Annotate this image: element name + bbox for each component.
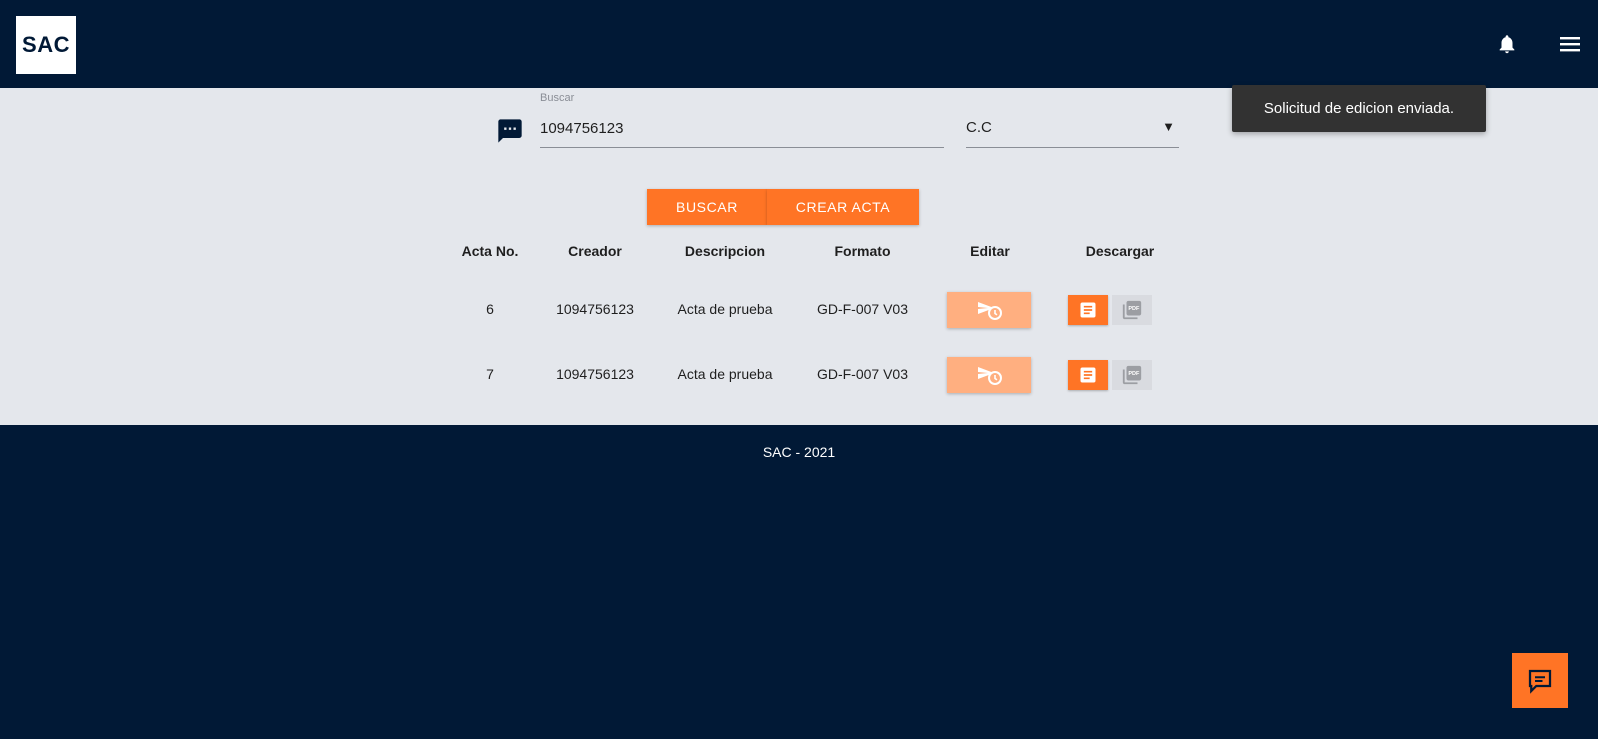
row-2-formato: GD-F-007 V03 <box>816 366 909 382</box>
feedback-fab-button[interactable] <box>1512 653 1568 708</box>
header-descripcion: Descripcion <box>684 243 766 259</box>
row-1-acta: 6 <box>486 301 494 317</box>
row-2-creador: 1094756123 <box>556 366 634 382</box>
row-1-download-doc-button[interactable] <box>1068 295 1108 325</box>
row-1-descripcion: Acta de prueba <box>677 301 773 317</box>
row-2-download-doc-button[interactable] <box>1068 360 1108 390</box>
doc-type-value: C.C <box>966 119 992 136</box>
header-editar: Editar <box>970 243 1010 259</box>
svg-text:PDF: PDF <box>1128 371 1140 377</box>
bell-icon[interactable] <box>1496 33 1518 55</box>
search-input[interactable] <box>540 110 944 148</box>
header-creador: Creador <box>568 243 622 259</box>
row-2-descripcion: Acta de prueba <box>677 366 773 382</box>
row-1-edit-request-button[interactable] <box>947 292 1031 328</box>
row-1-formato: GD-F-007 V03 <box>816 301 909 317</box>
chat-icon <box>1528 669 1552 694</box>
row-1-creador: 1094756123 <box>556 301 634 317</box>
pdf-icon: PDF <box>1122 365 1142 385</box>
main-content: Buscar C.C ▼ BUSCAR CREAR ACTA Acta No. … <box>0 88 1598 425</box>
document-icon <box>1080 302 1096 318</box>
document-icon <box>1080 367 1096 383</box>
svg-text:PDF: PDF <box>1128 306 1140 312</box>
header-formato: Formato <box>834 243 891 259</box>
header-descargar: Descargar <box>1085 243 1155 259</box>
message-icon <box>496 117 524 145</box>
dropdown-arrow-icon: ▼ <box>1162 119 1175 134</box>
search-label: Buscar <box>540 92 575 104</box>
snackbar-toast: Solicitud de edicion enviada. <box>1232 85 1486 132</box>
pdf-icon: PDF <box>1122 300 1142 320</box>
row-2-edit-request-button[interactable] <box>947 357 1031 393</box>
send-clock-icon <box>978 367 1002 385</box>
buscar-button[interactable]: BUSCAR <box>647 189 767 225</box>
top-app-bar: SAC <box>0 0 1598 88</box>
row-2-download-pdf-button[interactable]: PDF <box>1112 360 1152 390</box>
app-logo[interactable]: SAC <box>16 16 76 74</box>
header-acta-no: Acta No. <box>461 243 519 259</box>
row-1-download-pdf-button[interactable]: PDF <box>1112 295 1152 325</box>
menu-icon[interactable] <box>1559 34 1581 54</box>
footer-text: SAC - 2021 <box>762 444 836 460</box>
doc-type-select[interactable]: C.C ▼ <box>966 110 1179 148</box>
send-clock-icon <box>978 302 1002 320</box>
row-2-acta: 7 <box>486 366 494 382</box>
crear-acta-button[interactable]: CREAR ACTA <box>767 189 919 225</box>
